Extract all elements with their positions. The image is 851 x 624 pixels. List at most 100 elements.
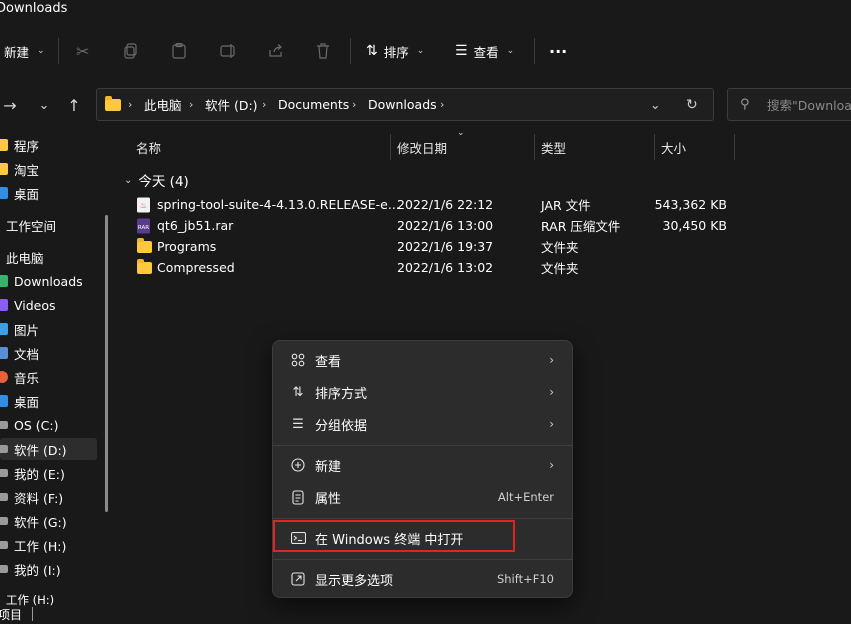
column-header-modified[interactable]: 修改日期: [397, 134, 447, 160]
add-circle-icon: [289, 456, 307, 474]
sidebar-item-drive-h[interactable]: 工作 (H:): [0, 534, 66, 556]
drive-icon: [0, 541, 8, 549]
sort-button[interactable]: ⇅ 排序 ⌄: [366, 28, 424, 74]
svg-text:♨: ♨: [140, 201, 147, 210]
column-header-size[interactable]: 大小: [661, 134, 686, 160]
breadcrumb-separator-icon: ›: [352, 89, 356, 120]
breadcrumb-documents[interactable]: Documents: [278, 89, 349, 120]
menu-item-show-more-options[interactable]: 显示更多选项 Shift+F10: [277, 563, 568, 595]
breadcrumb-downloads[interactable]: Downloads: [368, 89, 437, 120]
address-folder-icon: [105, 89, 121, 120]
file-modified: 2022/1/6 13:02: [397, 257, 493, 278]
breadcrumb-separator-icon: ›: [262, 89, 266, 120]
menu-item-group-by[interactable]: ☰ 分组依据 ›: [277, 408, 568, 440]
file-row[interactable]: RAR qt6_jb51.rar 2022/1/6 13:00 RAR 压缩文件…: [0, 215, 851, 236]
sort-icon: ⇅: [366, 43, 378, 59]
address-history-chevron-icon[interactable]: ⌄: [650, 89, 660, 120]
search-placeholder: 搜索"Downloads": [767, 89, 851, 120]
sidebar-item-music[interactable]: 音乐: [0, 366, 39, 388]
sidebar-label: 软件 (G:): [14, 512, 67, 531]
context-menu: 查看 › ⇅ 排序方式 › ☰ 分组依据 › 新建 › 属性 Alt+Enter…: [272, 340, 573, 598]
sidebar-item-drive-d[interactable]: 软件 (D:): [0, 438, 97, 460]
drive-icon: [0, 469, 8, 477]
sidebar-item-pictures[interactable]: 图片: [0, 318, 39, 340]
chevron-right-icon: ›: [549, 385, 554, 399]
menu-label: 分组依据: [315, 415, 367, 434]
paste-icon[interactable]: [172, 28, 186, 74]
new-button[interactable]: 新建 ⌄: [4, 28, 45, 74]
up-button[interactable]: ↑: [64, 90, 84, 120]
group-header-today[interactable]: ⌄ 今天 (4): [124, 169, 189, 191]
column-header-type[interactable]: 类型: [541, 134, 566, 160]
forward-button[interactable]: →: [0, 90, 20, 120]
chevron-down-icon: ⌄: [417, 46, 425, 56]
annotation-highlight-box: [273, 520, 515, 552]
cut-icon[interactable]: ✂: [76, 28, 89, 74]
file-row[interactable]: Compressed 2022/1/6 13:02 文件夹: [0, 257, 851, 278]
rename-icon[interactable]: [220, 28, 236, 74]
group-label: 今天 (4): [138, 170, 188, 190]
file-type: RAR 压缩文件: [541, 215, 620, 236]
file-modified: 2022/1/6 13:00: [397, 215, 493, 236]
file-size: 30,450 KB: [640, 215, 727, 236]
breadcrumb-drive-d[interactable]: 软件 (D:): [205, 89, 258, 120]
column-divider[interactable]: [654, 134, 655, 160]
search-box[interactable]: ⚲ 搜索"Downloads": [727, 88, 851, 121]
sidebar-label: 程序: [14, 136, 39, 155]
share-icon[interactable]: [268, 28, 284, 74]
sort-indicator-icon: ⌄: [457, 128, 465, 138]
menu-divider: [273, 518, 572, 519]
sidebar-item-documents[interactable]: 文档: [0, 342, 39, 364]
sidebar-item-drive-c[interactable]: OS (C:): [0, 414, 58, 436]
menu-item-properties[interactable]: 属性 Alt+Enter: [277, 481, 568, 513]
chevron-right-icon: ›: [549, 353, 554, 367]
menu-label: 显示更多选项: [315, 570, 393, 589]
column-divider[interactable]: [390, 134, 391, 160]
file-type: 文件夹: [541, 236, 579, 257]
sidebar-item-desktop-2[interactable]: 桌面: [0, 390, 39, 412]
file-row[interactable]: Programs 2022/1/6 19:37 文件夹: [0, 236, 851, 257]
delete-icon[interactable]: [316, 28, 330, 74]
file-type: JAR 文件: [541, 194, 591, 215]
column-header-name[interactable]: 名称: [136, 134, 161, 160]
sidebar-item-videos[interactable]: Videos: [0, 294, 56, 316]
open-external-icon: [289, 570, 307, 588]
file-type: 文件夹: [541, 257, 579, 278]
music-icon: [0, 371, 8, 383]
recent-locations-button[interactable]: ⌄: [34, 90, 54, 120]
breadcrumb-separator-icon: ›: [189, 89, 193, 120]
view-button[interactable]: ☰ 查看 ⌄: [455, 28, 514, 74]
menu-label: 排序方式: [315, 383, 367, 402]
sidebar-item-drive-i[interactable]: 我的 (I:): [0, 558, 61, 580]
sidebar-item-drive-e[interactable]: 我的 (E:): [0, 462, 65, 484]
command-bar: 新建 ⌄ ✂ ⇅ 排序 ⌄ ☰ 查看 ⌄ ···: [0, 28, 851, 74]
menu-item-new[interactable]: 新建 ›: [277, 449, 568, 481]
chevron-down-icon: ⌄: [37, 46, 45, 56]
folder-icon: [137, 236, 152, 257]
video-icon: [0, 299, 8, 311]
column-divider[interactable]: [734, 134, 735, 160]
file-modified: 2022/1/6 19:37: [397, 236, 493, 257]
sidebar-item-drive-f[interactable]: 资料 (F:): [0, 486, 63, 508]
sidebar-item-drive-g[interactable]: 软件 (G:): [0, 510, 67, 532]
refresh-icon[interactable]: ↻: [686, 89, 698, 120]
file-row[interactable]: ♨ spring-tool-suite-4-4.13.0.RELEASE-e..…: [0, 194, 851, 215]
view-icon: ☰: [455, 43, 468, 59]
sidebar-label: 我的 (E:): [14, 464, 65, 483]
sidebar-label: OS (C:): [14, 418, 58, 433]
sort-label: 排序: [384, 42, 409, 61]
document-icon: [0, 347, 8, 359]
file-name: Compressed: [157, 257, 235, 278]
breadcrumb-this-pc[interactable]: 此电脑: [144, 89, 182, 120]
drive-icon: [0, 421, 8, 429]
column-divider[interactable]: [534, 134, 535, 160]
copy-icon[interactable]: [124, 28, 138, 74]
pictures-icon: [0, 323, 8, 335]
sidebar-item-taobao[interactable]: 淘宝: [0, 158, 39, 180]
more-options-button[interactable]: ···: [549, 28, 567, 74]
menu-item-sort[interactable]: ⇅ 排序方式 ›: [277, 376, 568, 408]
address-bar[interactable]: › 此电脑 › 软件 (D:) › Documents › Downloads …: [96, 88, 714, 121]
menu-item-view[interactable]: 查看 ›: [277, 344, 568, 376]
sidebar-item-programs[interactable]: 程序: [0, 134, 39, 156]
menu-shortcut: Alt+Enter: [498, 490, 554, 504]
